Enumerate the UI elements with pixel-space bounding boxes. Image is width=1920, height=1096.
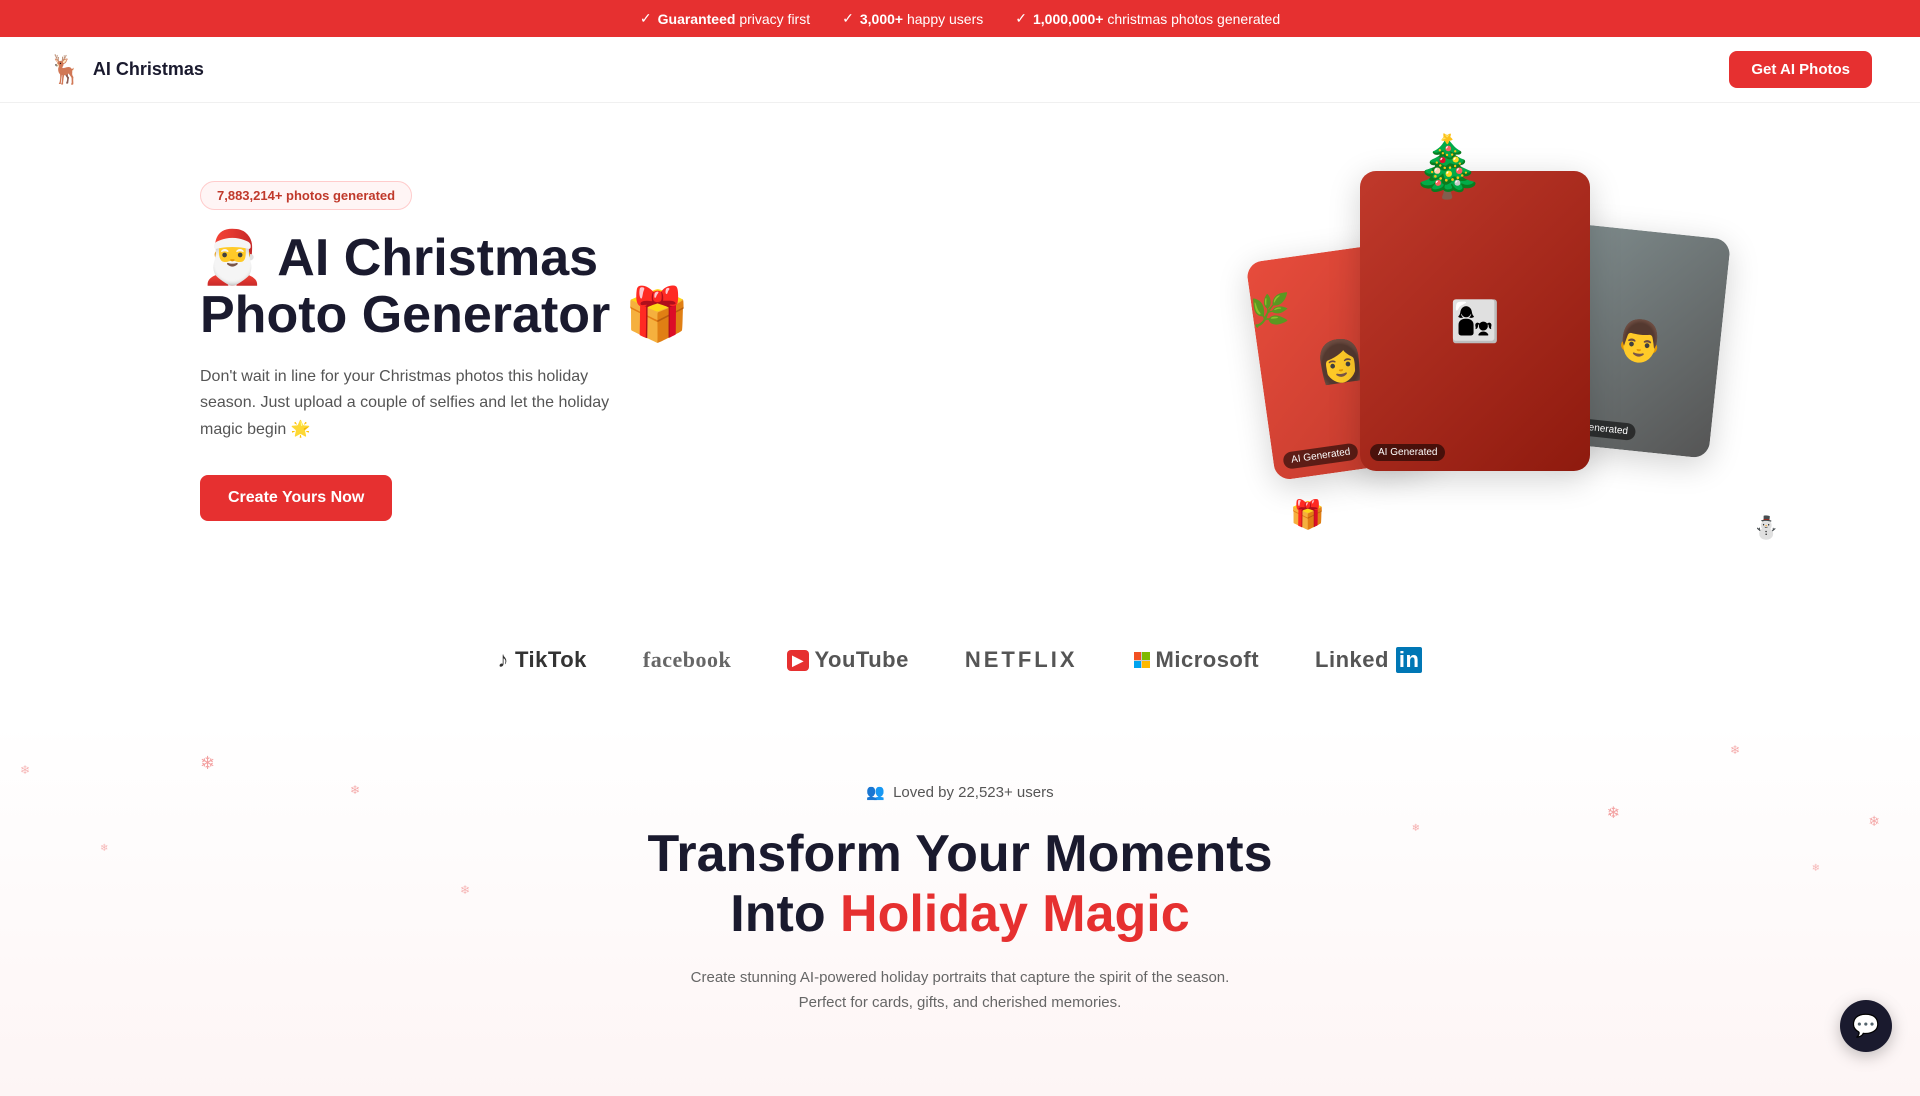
banner-item-photos: ✓ 1,000,000+ christmas photos generated xyxy=(1015,10,1280,27)
logo-icon: 🦌 xyxy=(48,53,83,86)
lower-description: Create stunning AI-powered holiday portr… xyxy=(680,965,1240,1016)
hero-section: 7,883,214+ photos generated 🎅 AI Christm… xyxy=(0,103,1920,611)
youtube-label: YouTube xyxy=(815,647,909,673)
hero-title-line2: Photo Generator xyxy=(200,286,610,344)
check-icon: ✓ xyxy=(640,10,652,27)
chat-icon: 💬 xyxy=(1852,1013,1879,1039)
wreath-emoji: 🎄 xyxy=(1410,131,1485,202)
brand-microsoft: Microsoft xyxy=(1134,647,1260,673)
lower-section: ❄ ❄ ❄ ❄ ❄ ❄ ❄ ❄ ❄ ❄ 👥 Loved by 22,523+ u… xyxy=(0,723,1920,1096)
brand-linkedin: Linked in xyxy=(1315,647,1422,673)
lower-title-line1: Transform Your Moments xyxy=(647,825,1272,883)
users-icon: 👥 xyxy=(866,783,885,801)
ai-badge-main: AI Generated xyxy=(1370,444,1445,461)
lower-title-into: Into xyxy=(730,885,840,943)
get-ai-photos-button[interactable]: Get AI Photos xyxy=(1729,51,1872,88)
navbar: 🦌 AI Christmas Get AI Photos xyxy=(0,37,1920,103)
brands-section: ♪ TikTok facebook ▶ YouTube NETFLIX Micr… xyxy=(0,611,1920,723)
top-banner: ✓ Guaranteed privacy first ✓ 3,000+ happ… xyxy=(0,0,1920,37)
loved-text: Loved by 22,523+ users xyxy=(893,784,1054,801)
photos-badge: 7,883,214+ photos generated xyxy=(200,181,412,210)
loved-badge: 👥 Loved by 22,523+ users xyxy=(866,783,1053,801)
youtube-icon: ▶ xyxy=(787,650,808,671)
linkedin-in: in xyxy=(1396,647,1423,673)
banner-users-text: 3,000+ happy users xyxy=(860,11,983,27)
snowflake-3: ❄ xyxy=(1607,803,1620,823)
tiktok-icon: ♪ xyxy=(498,647,510,673)
hero-title: 🎅 AI Christmas Photo Generator 🎁 xyxy=(200,230,689,344)
banner-item-users: ✓ 3,000+ happy users xyxy=(842,10,983,27)
brand-tiktok: ♪ TikTok xyxy=(498,647,587,673)
hero-title-line1: AI Christmas xyxy=(277,229,598,287)
snowflake-1: ❄ xyxy=(200,753,215,774)
lower-title-highlight: Holiday Magic xyxy=(840,885,1190,943)
microsoft-label: Microsoft xyxy=(1156,647,1260,673)
netflix-label: NETFLIX xyxy=(965,647,1078,673)
holly-left-emoji: 🌿 xyxy=(1250,291,1290,329)
hero-description: Don't wait in line for your Christmas ph… xyxy=(200,364,620,443)
linkedin-label: Linked xyxy=(1315,647,1389,673)
snowflake-5: ❄ xyxy=(100,843,108,854)
brands-row: ♪ TikTok facebook ▶ YouTube NETFLIX Micr… xyxy=(0,647,1920,673)
logo-text: AI Christmas xyxy=(93,59,204,80)
snowflake-2: ❄ xyxy=(350,783,360,797)
facebook-label: facebook xyxy=(643,647,731,673)
check-icon-3: ✓ xyxy=(1015,10,1027,27)
snowflake-8: ❄ xyxy=(1868,813,1880,830)
gift-right-emoji: ⛄ xyxy=(1753,515,1780,541)
banner-photos-text: 1,000,000+ christmas photos generated xyxy=(1033,11,1280,27)
gift-emoji: 🎁 xyxy=(625,286,690,344)
gift-left-emoji: 🎁 xyxy=(1290,498,1325,531)
hero-right: 🎄 🌿 👩 AI Generated 👩‍👧 AI Generated 👨 AI… xyxy=(1280,151,1800,551)
microsoft-icon xyxy=(1134,652,1150,668)
photo-card-main: 👩‍👧 AI Generated xyxy=(1360,171,1590,471)
snowflake-4: ❄ xyxy=(1730,743,1740,757)
check-icon-2: ✓ xyxy=(842,10,854,27)
logo-area: 🦌 AI Christmas xyxy=(48,53,204,86)
snowflake-7: ❄ xyxy=(20,763,30,777)
brand-facebook: facebook xyxy=(643,647,731,673)
brand-netflix: NETFLIX xyxy=(965,647,1078,673)
santa-emoji: 🎅 xyxy=(200,229,265,287)
create-yours-now-button[interactable]: Create Yours Now xyxy=(200,475,392,521)
lower-title: Transform Your Moments Into Holiday Magi… xyxy=(200,825,1720,945)
tiktok-label: TikTok xyxy=(515,647,587,673)
brand-youtube: ▶ YouTube xyxy=(787,647,909,673)
hero-left: 7,883,214+ photos generated 🎅 AI Christm… xyxy=(200,181,689,522)
banner-privacy-text: Guaranteed privacy first xyxy=(658,11,811,27)
banner-item-privacy: ✓ Guaranteed privacy first xyxy=(640,10,810,27)
snowflake-6: ❄ xyxy=(1812,863,1820,874)
chat-button[interactable]: 💬 xyxy=(1840,1000,1892,1052)
